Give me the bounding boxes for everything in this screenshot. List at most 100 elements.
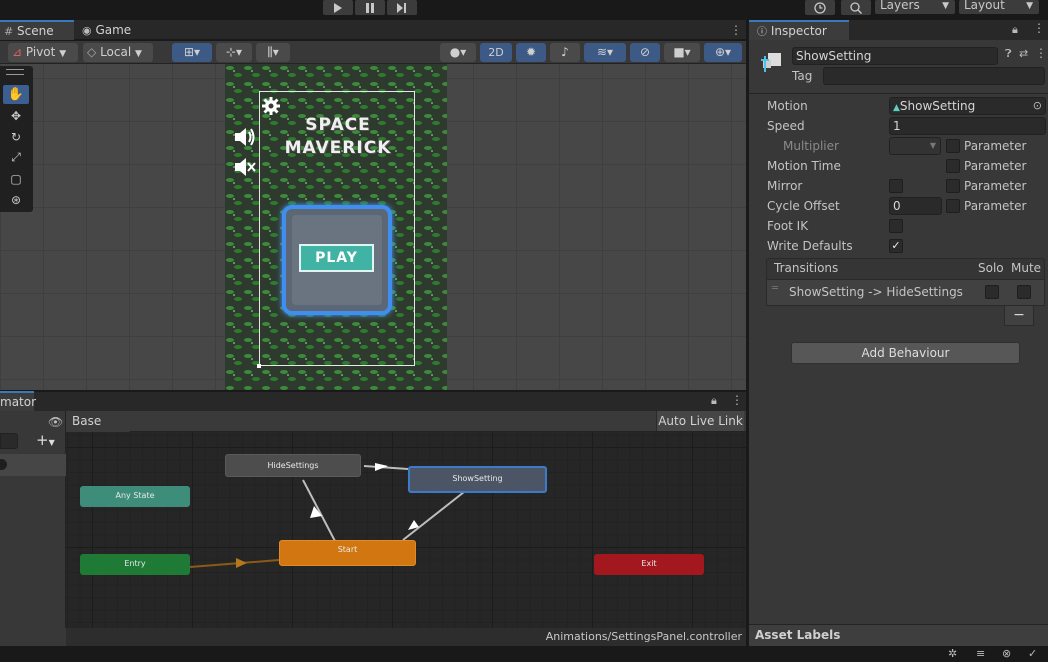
history-button[interactable] (805, 0, 835, 15)
multiplier-label: Multiplier (783, 139, 839, 153)
hand-tool-button[interactable]: ✋ (3, 85, 29, 104)
more-options-icon[interactable]: ⋮ (1035, 46, 1047, 60)
help-icon[interactable]: ❓︎ (1005, 47, 1012, 61)
mute-label: Mute (1011, 261, 1042, 275)
network-icon[interactable]: ⊗ (1002, 647, 1011, 660)
auto-live-link-button[interactable]: Auto Live Link (656, 411, 744, 431)
bug-icon[interactable]: ✲ (948, 647, 957, 660)
scene-view[interactable]: SPACE MAVERICK PLAY ✋ ✥ ↻ ⤢ ▢ ⊛ (0, 64, 746, 390)
multiplier-dropdown[interactable]: ▼ (889, 137, 941, 155)
state-exit[interactable]: Exit (594, 554, 704, 575)
drag-handle-icon[interactable]: ═ (772, 283, 778, 294)
mirror-parameter-checkbox[interactable] (946, 179, 960, 193)
speaker-icon[interactable] (233, 126, 257, 148)
2d-toggle[interactable]: 2D (480, 43, 512, 62)
more-options-icon[interactable]: ⋮ (730, 23, 742, 37)
increment-snap-button[interactable]: ⊹▾ (216, 43, 252, 62)
pivot-dropdown[interactable]: ⊿ Pivot ▼ (8, 43, 78, 62)
auto-live-link-label: Auto Live Link (658, 414, 743, 428)
breadcrumb-base-layer[interactable]: Base Layer (66, 411, 138, 432)
step-button[interactable] (387, 0, 417, 15)
state-showsetting[interactable]: ShowSetting (408, 466, 547, 493)
snap-button[interactable]: ⊞▾ (172, 43, 212, 62)
lighting-toggle[interactable]: ✹ (516, 43, 546, 62)
state-start[interactable]: Start (279, 540, 416, 566)
tab-game[interactable]: ◉ Game (78, 20, 138, 40)
eye-icon[interactable]: 👁︎ (48, 415, 63, 429)
scale-tool-button[interactable]: ⤢ (3, 148, 29, 167)
transform-icon: ⊛ (10, 192, 22, 207)
cycle-offset-field[interactable]: 0 (889, 197, 942, 215)
solo-checkbox[interactable] (985, 285, 999, 299)
info-icon: ⓘ (757, 27, 767, 38)
rotate-tool-button[interactable]: ↻ (3, 127, 29, 146)
drag-handle-icon[interactable] (6, 69, 24, 75)
speaker-mute-icon[interactable] (233, 156, 257, 178)
write-defaults-checkbox[interactable]: ✓ (889, 239, 903, 253)
visibility-toggle[interactable]: ⊘ (630, 43, 660, 62)
remove-transition-button[interactable]: − (1004, 306, 1034, 326)
pause-button[interactable] (355, 0, 385, 15)
camera-dropdown[interactable]: ■▾ (664, 43, 700, 62)
layers-dropdown[interactable]: Layers ▼ (875, 0, 955, 14)
rotate-icon: ↻ (10, 129, 22, 144)
state-label: ShowSetting (452, 474, 503, 483)
animator-graph[interactable]: HideSettings ShowSetting Any State Entry… (66, 432, 746, 628)
rect-tool-button[interactable]: ▢ (3, 169, 29, 188)
tab-game-label: Game (95, 23, 132, 37)
transition-row[interactable]: ═ ShowSetting -> HideSettings (766, 280, 1045, 306)
foot-ik-checkbox[interactable] (889, 219, 903, 233)
parameter-label: Parameter (964, 139, 1027, 153)
play-button[interactable] (323, 0, 353, 15)
gear-icon[interactable] (261, 96, 281, 116)
speed-field[interactable]: 1 (889, 117, 1046, 135)
shading-mode-button[interactable]: ●▾ (440, 43, 476, 62)
object-name-field[interactable]: ShowSetting (792, 47, 998, 65)
local-dropdown[interactable]: ◇ Local ▼ (83, 43, 153, 62)
state-any-state[interactable]: Any State (80, 486, 190, 507)
lock-icon[interactable]: 🔒︎ (711, 394, 717, 408)
asset-labels-section[interactable]: Asset Labels (749, 624, 1048, 646)
tab-inspector[interactable]: ⓘ Inspector (749, 20, 849, 40)
database-icon[interactable]: ≡ (976, 647, 985, 660)
tab-animator[interactable]: mator (0, 391, 36, 412)
mirror-checkbox[interactable] (889, 179, 903, 193)
layer-row[interactable] (0, 454, 66, 476)
state-entry[interactable]: Entry (80, 554, 190, 575)
tab-scene-label: Scene (17, 24, 54, 38)
search-button[interactable] (841, 0, 871, 15)
game-title-line2: MAVERICK (284, 138, 392, 158)
divider (749, 93, 1048, 94)
play-game-button[interactable]: PLAY (299, 244, 374, 272)
more-options-icon[interactable]: ⋮ (731, 393, 743, 407)
effects-dropdown[interactable]: ≋▾ (584, 43, 626, 62)
settings-icon[interactable]: ⇄ (1019, 47, 1028, 60)
lock-icon[interactable]: 🔒︎ (1012, 23, 1018, 37)
add-layer-button[interactable]: +▼ (36, 431, 55, 449)
cycle-offset-parameter-checkbox[interactable] (946, 199, 960, 213)
check-circle-icon[interactable]: ✓ (1028, 647, 1037, 660)
motion-time-parameter-checkbox[interactable] (946, 159, 960, 173)
motion-field[interactable]: ▲ShowSetting ⊙ (889, 97, 1046, 115)
add-behaviour-button[interactable]: Add Behaviour (791, 342, 1020, 364)
animation-clip-icon: ▲ (893, 103, 900, 113)
ruler-button[interactable]: ⫼▾ (256, 43, 290, 62)
gizmos-dropdown[interactable]: ⊕▾ (704, 43, 742, 62)
canvas-handle[interactable] (257, 364, 261, 368)
status-bar: ✲ ≡ ⊗ ✓ (0, 646, 1048, 662)
tab-scene[interactable]: # Scene (0, 20, 74, 40)
layout-dropdown[interactable]: Layout ▼ (959, 0, 1039, 14)
state-hidesettings[interactable]: HideSettings (225, 454, 361, 477)
mute-checkbox[interactable] (1017, 285, 1031, 299)
more-options-icon[interactable]: ⋮ (1033, 21, 1045, 35)
move-tool-button[interactable]: ✥ (3, 106, 29, 125)
tag-field[interactable] (823, 67, 1045, 85)
speed-value: 1 (893, 119, 901, 133)
state-label: HideSettings (267, 461, 319, 470)
multiplier-parameter-checkbox[interactable] (946, 139, 960, 153)
audio-toggle[interactable]: ♪ (550, 43, 580, 62)
layers-search-input[interactable] (0, 433, 18, 449)
play-icon (334, 2, 342, 13)
transform-tool-button[interactable]: ⊛ (3, 190, 29, 209)
object-picker-icon[interactable]: ⊙ (1033, 98, 1042, 114)
